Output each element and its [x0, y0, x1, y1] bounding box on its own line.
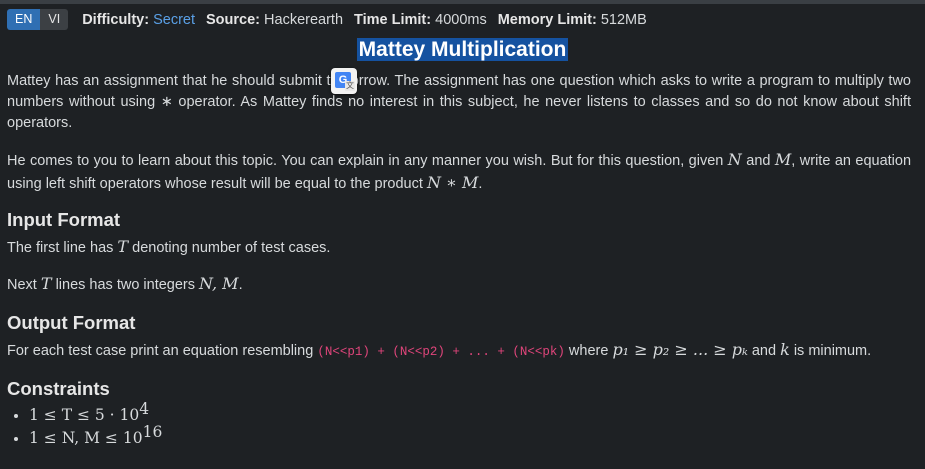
math-n-times-m: N ∗ M — [426, 173, 479, 192]
difficulty: Difficulty: Secret — [82, 12, 195, 28]
math-m: M — [774, 150, 792, 169]
input-line-1: The first line has T denoting number of … — [7, 236, 911, 259]
output-min: is minimum. — [793, 343, 872, 359]
input-format-heading: Input Format — [7, 209, 121, 230]
output-and: and — [751, 343, 777, 359]
input-l1-text-b: denoting number of test cases. — [132, 240, 331, 256]
input-l2-text-a: Next — [7, 277, 37, 293]
math-t: T — [117, 237, 129, 256]
p2-and: and — [746, 153, 771, 169]
time-limit: Time Limit: 4000ms — [354, 12, 487, 28]
lang-tab-en[interactable]: EN — [7, 9, 41, 30]
output-where: where — [568, 343, 609, 359]
lang-tab-vi[interactable]: VI — [40, 9, 69, 30]
difficulty-value[interactable]: Secret — [153, 12, 195, 28]
constraints-list: 1 ≤ T ≤ 5 · 104 1 ≤ N, M ≤ 1016 — [7, 401, 911, 450]
constraint-item: 1 ≤ N, M ≤ 1016 — [29, 424, 911, 450]
translate-glyph-icon: 文 — [345, 81, 355, 91]
problem-title-wrap: Mattey Multiplication — [0, 38, 925, 62]
p2-period: . — [478, 176, 483, 192]
source-label: Source: — [206, 11, 260, 28]
constraints-heading: Constraints — [7, 378, 110, 399]
time-limit-label: Time Limit: — [354, 11, 432, 28]
constraint-1-exp: 4 — [139, 400, 150, 418]
math-n: N — [727, 150, 742, 169]
source: Source: Hackerearth — [206, 12, 343, 28]
top-border — [0, 0, 925, 5]
problem-meta-bar: EN VI Difficulty: Secret Source: Hackere… — [7, 9, 658, 30]
input-l1-text-a: The first line has — [7, 240, 114, 256]
difficulty-label: Difficulty: — [82, 11, 150, 28]
output-code-sample: (N<<p1) + (N<<p2) + ... + (N<<pk) — [317, 345, 565, 359]
problem-statement: Mattey has an assignment that he should … — [7, 71, 911, 450]
language-switcher: EN VI — [7, 9, 69, 30]
translate-icon[interactable]: G 文 — [331, 68, 357, 94]
math-k: k — [780, 340, 790, 359]
input-line-2: Next T lines has two integers N, M. — [7, 273, 911, 296]
problem-title: Mattey Multiplication — [356, 38, 569, 61]
p2-text-a: He comes to you to learn about this topi… — [7, 153, 724, 169]
memory-limit-value: 512MB — [600, 11, 647, 28]
output-text-a: For each test case print an equation res… — [7, 343, 314, 359]
time-limit-value: 4000ms — [435, 11, 487, 28]
output-line: For each test case print an equation res… — [7, 339, 911, 363]
constraint-2: 1 ≤ N, M ≤ 10 — [29, 429, 143, 447]
memory-limit: Memory Limit: 512MB — [498, 12, 647, 28]
math-p-condition: p₁ ≥ p₂ ≥ ... ≥ pₖ — [612, 340, 748, 359]
constraint-2-exp: 16 — [142, 423, 163, 441]
statement-paragraph-1: Mattey has an assignment that he should … — [7, 73, 911, 131]
constraint-1: 1 ≤ T ≤ 5 · 10 — [29, 406, 140, 424]
output-format-heading: Output Format — [7, 312, 136, 333]
memory-limit-label: Memory Limit: — [497, 11, 597, 28]
source-value: Hackerearth — [264, 11, 344, 28]
math-t-2: T — [40, 274, 52, 293]
input-l2-text-b: lines has two integers — [55, 277, 195, 293]
input-l2-period: . — [238, 277, 243, 293]
math-n-m: N, M — [199, 274, 239, 293]
statement-paragraph-2: He comes to you to learn about this topi… — [7, 149, 911, 195]
